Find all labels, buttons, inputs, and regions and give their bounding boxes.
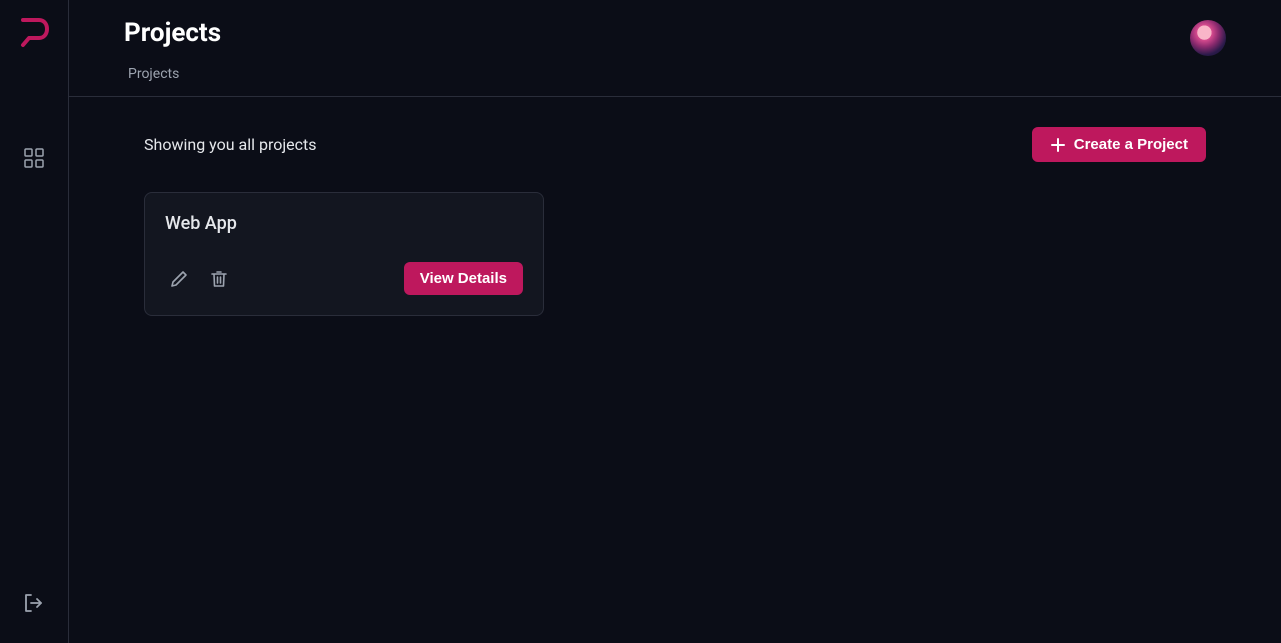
sidebar-item-dashboard[interactable] bbox=[14, 138, 54, 178]
project-icons bbox=[165, 269, 229, 289]
edit-project-button[interactable] bbox=[169, 269, 189, 289]
view-details-button[interactable]: View Details bbox=[404, 262, 523, 295]
sidebar bbox=[0, 0, 69, 643]
project-card: Web App bbox=[144, 192, 544, 316]
app-logo[interactable] bbox=[19, 18, 49, 58]
project-actions: View Details bbox=[165, 262, 523, 295]
avatar[interactable] bbox=[1190, 20, 1226, 56]
project-grid: Web App bbox=[114, 192, 1236, 316]
page-header: Projects Projects bbox=[69, 0, 1281, 97]
sidebar-nav bbox=[14, 138, 54, 583]
create-project-label: Create a Project bbox=[1074, 136, 1188, 153]
logout-icon bbox=[23, 592, 45, 614]
content-header: Showing you all projects Create a Projec… bbox=[114, 127, 1236, 162]
sidebar-item-logout[interactable] bbox=[14, 583, 54, 623]
delete-project-button[interactable] bbox=[209, 269, 229, 289]
grid-icon bbox=[24, 148, 44, 168]
content-subtitle: Showing you all projects bbox=[144, 135, 317, 154]
plus-icon bbox=[1050, 137, 1066, 153]
trash-icon bbox=[209, 269, 229, 289]
content-area: Showing you all projects Create a Projec… bbox=[69, 97, 1281, 346]
pencil-icon bbox=[169, 269, 189, 289]
page-title: Projects bbox=[124, 18, 221, 48]
header-left: Projects Projects bbox=[124, 18, 221, 82]
breadcrumb[interactable]: Projects bbox=[124, 66, 221, 82]
create-project-button[interactable]: Create a Project bbox=[1032, 127, 1206, 162]
main-content: Projects Projects Showing you all projec… bbox=[69, 0, 1281, 643]
project-title: Web App bbox=[165, 213, 523, 234]
